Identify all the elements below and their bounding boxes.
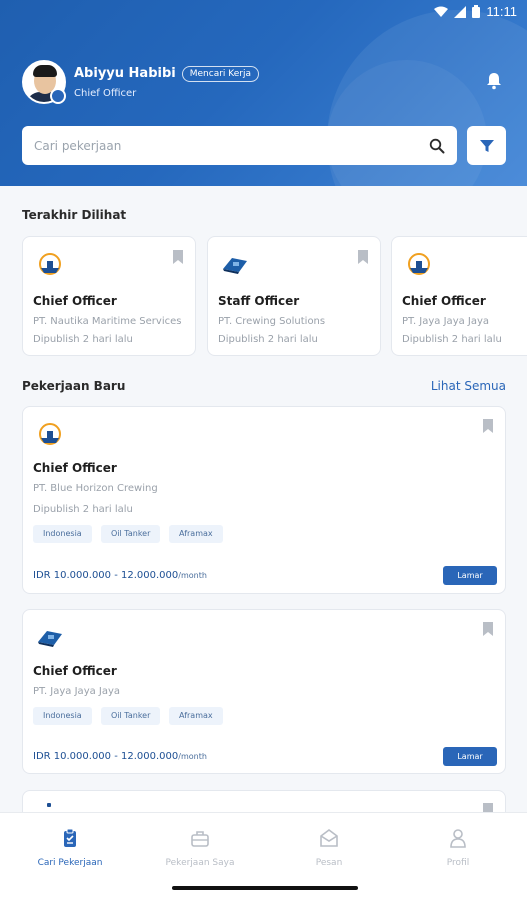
- recent-section-title: Terakhir Dilihat: [22, 208, 127, 222]
- wifi-icon: [434, 6, 449, 17]
- location-tag: Indonesia: [33, 525, 92, 543]
- job-title: Chief Officer: [33, 461, 117, 475]
- nav-label: Pesan: [315, 858, 343, 868]
- nav-label: Pekerjaan Saya: [165, 858, 235, 868]
- location-tag: Indonesia: [33, 707, 92, 725]
- recent-job-card[interactable]: Chief Officer PT. Nautika Maritime Servi…: [22, 236, 196, 356]
- nav-label: Cari Pekerjaan: [37, 858, 103, 868]
- job-status-badge: Mencari Kerja: [181, 65, 259, 82]
- bookmark-icon[interactable]: [358, 250, 368, 264]
- see-all-link[interactable]: Lihat Semua: [431, 379, 506, 393]
- job-card[interactable]: Chief Officer PT. Jaya Jaya Jaya Indones…: [22, 609, 506, 774]
- nav-item-my-jobs[interactable]: Pekerjaan Saya: [135, 827, 265, 868]
- job-title: Chief Officer: [402, 294, 486, 308]
- job-title: Staff Officer: [218, 294, 300, 308]
- filter-button[interactable]: [467, 126, 506, 165]
- user-icon: [450, 829, 466, 848]
- new-jobs-section-title: Pekerjaan Baru: [22, 379, 126, 393]
- search-input[interactable]: [34, 138, 429, 153]
- salary: IDR 10.000.000 - 12.000.000/month: [33, 570, 207, 581]
- job-title: Chief Officer: [33, 664, 117, 678]
- salary: IDR 10.000.000 - 12.000.000/month: [33, 751, 207, 762]
- apply-button[interactable]: Lamar: [443, 566, 497, 585]
- briefcase-icon: [191, 831, 209, 847]
- nav-item-messages[interactable]: Pesan: [264, 827, 394, 868]
- job-card[interactable]: Chief Officer PT. Blue Horizon Crewing D…: [22, 406, 506, 594]
- search-bar[interactable]: [22, 126, 457, 165]
- recent-jobs-carousel[interactable]: Chief Officer PT. Nautika Maritime Servi…: [22, 236, 527, 356]
- home-indicator[interactable]: [172, 886, 358, 890]
- status-bar: 11:11: [0, 0, 527, 24]
- company-name: PT. Blue Horizon Crewing: [33, 483, 158, 494]
- header: 11:11 Abiyyu Habibi Mencari Kerja Chief …: [0, 0, 527, 186]
- posted-date: Dipublish 2 hari lalu: [402, 334, 502, 345]
- job-title: Chief Officer: [33, 294, 117, 308]
- company-name: PT. Crewing Solutions: [218, 316, 326, 327]
- signal-icon: [454, 5, 467, 18]
- status-time: 11:11: [486, 4, 517, 19]
- company-name: PT. Jaya Jaya Jaya: [33, 686, 121, 697]
- battery-icon: [472, 5, 481, 18]
- company-logo-icon: [38, 631, 62, 647]
- bookmark-icon[interactable]: [483, 419, 493, 433]
- bookmark-icon[interactable]: [483, 622, 493, 636]
- posted-date: Dipublish 2 hari lalu: [218, 334, 318, 345]
- company-logo-icon: [223, 258, 247, 274]
- vessel-type-tag: Oil Tanker: [101, 525, 161, 543]
- nav-item-find-jobs[interactable]: Cari Pekerjaan: [5, 827, 135, 868]
- company-name: PT. Nautika Maritime Services: [33, 316, 182, 327]
- apply-button[interactable]: Lamar: [443, 747, 497, 766]
- filter-icon: [479, 139, 494, 152]
- company-logo-icon: [408, 253, 430, 275]
- posted-date: Dipublish 2 hari lalu: [33, 334, 133, 345]
- nav-item-profile[interactable]: Profil: [393, 827, 523, 868]
- vessel-class-tag: Aframax: [169, 525, 223, 543]
- nav-label: Profil: [446, 858, 470, 868]
- vessel-class-tag: Aframax: [169, 707, 223, 725]
- posted-date: Dipublish 2 hari lalu: [33, 504, 133, 515]
- notification-bell-icon[interactable]: [485, 72, 503, 90]
- company-logo-icon: [39, 253, 61, 275]
- company-logo-icon: [47, 803, 51, 807]
- search-icon[interactable]: [429, 138, 445, 154]
- verified-badge-icon: [50, 88, 66, 104]
- recent-job-card[interactable]: Staff Officer PT. Crewing Solutions Dipu…: [207, 236, 381, 356]
- bookmark-icon[interactable]: [173, 250, 183, 264]
- user-name: Abiyyu Habibi: [74, 66, 176, 81]
- recent-job-card[interactable]: Chief Officer PT. Jaya Jaya Jaya Dipubli…: [391, 236, 527, 356]
- vessel-type-tag: Oil Tanker: [101, 707, 161, 725]
- clipboard-icon: [64, 828, 76, 847]
- user-role: Chief Officer: [74, 87, 137, 99]
- company-name: PT. Jaya Jaya Jaya: [402, 316, 490, 327]
- envelope-icon: [320, 829, 338, 847]
- company-logo-icon: [39, 423, 61, 445]
